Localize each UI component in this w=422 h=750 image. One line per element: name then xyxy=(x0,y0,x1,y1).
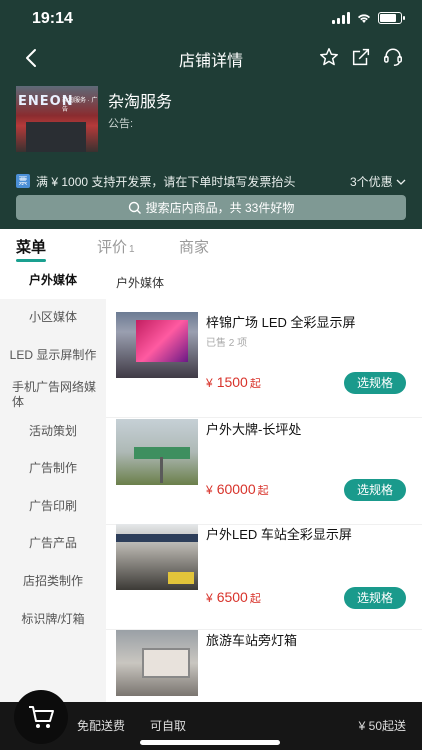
status-bar: 19:14 xyxy=(0,0,422,40)
chevron-down-icon xyxy=(396,179,406,185)
nav-bar: 店铺详情 xyxy=(0,40,422,76)
product-item[interactable]: 户外大牌-长坪处 ¥60000 起 选规格 xyxy=(106,419,422,525)
category-item[interactable]: 手机广告网络媒体 xyxy=(0,380,106,410)
price-suffix: 起 xyxy=(249,593,261,605)
product-price: ¥1500 起 xyxy=(206,374,261,391)
price-value: 60000 xyxy=(216,481,256,497)
customer-service-icon[interactable] xyxy=(382,46,404,68)
signal-icon xyxy=(332,12,350,24)
store-tabs: 菜单 评价 1 商家 xyxy=(0,229,422,263)
product-item[interactable]: 旅游车站旁灯箱 xyxy=(106,630,422,702)
star-icon[interactable] xyxy=(318,46,340,68)
store-header: 19:14 店铺详情 ENEON 杂淘服务 · 广告 杂淘服务 公告: 票 满 … xyxy=(0,0,422,229)
store-name: 杂淘服务 xyxy=(108,94,173,111)
select-spec-button[interactable]: 选规格 xyxy=(344,587,406,609)
tab-reviews[interactable]: 评价 1 xyxy=(97,236,135,257)
select-spec-button[interactable]: 选规格 xyxy=(344,372,406,394)
promo-text: 满 ¥ 1000 支持开发票，请在下单时填写发票抬头 xyxy=(36,175,296,189)
tab-merchant[interactable]: 商家 xyxy=(179,236,209,257)
product-price: ¥60000 起 xyxy=(206,481,269,498)
product-sold: 已售 2 项 xyxy=(206,338,248,349)
store-search-bar[interactable]: 搜索店内商品，共 33件好物 xyxy=(16,195,406,220)
product-price: ¥6500 起 xyxy=(206,589,261,606)
category-item[interactable]: LED 显示屏制作 xyxy=(0,348,106,363)
category-sidebar: 户外媒体 小区媒体 LED 显示屏制作 手机广告网络媒体 活动策划 广告制作 广… xyxy=(0,262,106,702)
min-order-label: ¥ 50起送 xyxy=(358,719,406,733)
product-name: 户外LED 车站全彩显示屏 xyxy=(206,527,352,542)
nav-actions xyxy=(318,46,404,68)
tab-reviews-count: 1 xyxy=(129,244,135,255)
tab-merchant-label: 商家 xyxy=(179,239,210,256)
product-name: 梓锦广场 LED 全彩显示屏 xyxy=(206,315,356,330)
select-spec-button[interactable]: 选规格 xyxy=(344,479,406,501)
home-indicator xyxy=(140,740,280,745)
product-name: 旅游车站旁灯箱 xyxy=(206,633,298,648)
category-item[interactable]: 户外媒体 xyxy=(0,262,106,299)
category-item[interactable]: 小区媒体 xyxy=(0,310,106,325)
category-item[interactable]: 标识牌/灯箱 xyxy=(0,612,106,627)
category-item[interactable]: 广告印刷 xyxy=(0,499,106,514)
product-image[interactable] xyxy=(116,312,198,378)
price-value: 6500 xyxy=(216,589,248,605)
product-image[interactable] xyxy=(116,419,198,485)
promo-more-label: 3个优惠 xyxy=(349,175,393,189)
pickup-label: 可自取 xyxy=(150,719,187,733)
store-info: ENEON 杂淘服务 · 广告 杂淘服务 公告: xyxy=(16,86,406,154)
tab-menu-label: 菜单 xyxy=(16,239,47,256)
section-title: 户外媒体 xyxy=(116,276,165,290)
store-photo[interactable]: ENEON 杂淘服务 · 广告 xyxy=(16,86,98,152)
status-time: 19:14 xyxy=(32,10,73,27)
tab-reviews-label: 评价 xyxy=(97,239,128,256)
category-item[interactable]: 活动策划 xyxy=(0,424,106,439)
cart-button[interactable] xyxy=(14,690,68,744)
promo-row[interactable]: 票 满 ¥ 1000 支持开发票，请在下单时填写发票抬头 3个优惠 xyxy=(16,173,406,191)
product-item[interactable]: 梓锦广场 LED 全彩显示屏 已售 2 项 ¥1500 起 选规格 xyxy=(106,312,422,418)
category-item[interactable]: 店招类制作 xyxy=(0,574,106,589)
category-item[interactable]: 广告产品 xyxy=(0,536,106,551)
promo-more[interactable]: 3个优惠 xyxy=(350,173,406,190)
price-currency: ¥ xyxy=(206,376,213,390)
product-name: 户外大牌-长坪处 xyxy=(206,422,302,437)
search-placeholder: 搜索店内商品，共 33件好物 xyxy=(145,201,295,215)
price-currency: ¥ xyxy=(206,591,213,605)
battery-icon xyxy=(378,12,405,24)
product-list: 户外媒体 梓锦广场 LED 全彩显示屏 已售 2 项 ¥1500 起 选规格 户外… xyxy=(106,262,422,702)
price-suffix: 起 xyxy=(249,378,261,390)
wifi-icon xyxy=(357,14,371,23)
category-item[interactable]: 广告制作 xyxy=(0,461,106,476)
share-icon[interactable] xyxy=(350,46,372,68)
tab-menu[interactable]: 菜单 xyxy=(16,236,46,257)
cart-icon xyxy=(29,706,54,728)
product-item[interactable]: 户外LED 车站全彩显示屏 ¥6500 起 选规格 xyxy=(106,524,422,630)
product-image[interactable] xyxy=(116,524,198,590)
price-suffix: 起 xyxy=(257,485,269,497)
product-image[interactable] xyxy=(116,630,198,696)
search-icon xyxy=(128,201,141,214)
free-delivery-label: 免配送费 xyxy=(77,719,126,733)
store-photo-sign-small: 杂淘服务 · 广告 xyxy=(62,98,98,113)
invoice-badge: 票 xyxy=(16,174,30,188)
price-currency: ¥ xyxy=(206,483,213,497)
price-value: 1500 xyxy=(216,374,248,390)
status-icons xyxy=(332,12,405,24)
store-notice: 公告: xyxy=(108,118,134,130)
